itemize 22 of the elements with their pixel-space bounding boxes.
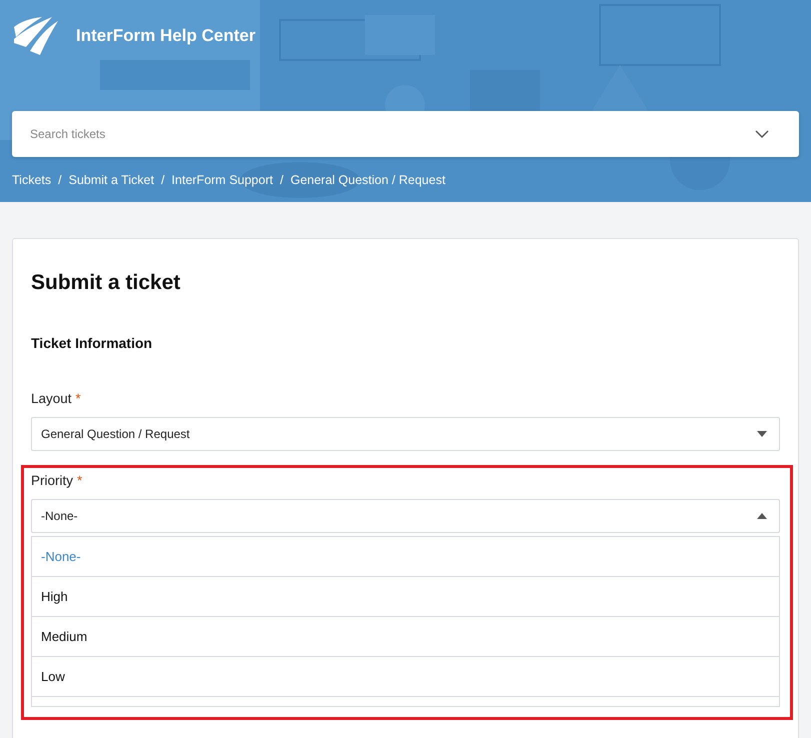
- select-field[interactable]: -None-: [31, 499, 780, 533]
- required-mark: *: [76, 391, 81, 406]
- section-heading: Ticket Information: [31, 335, 154, 351]
- caret-down-icon[interactable]: [757, 431, 767, 437]
- site-title: InterForm Help Center: [76, 26, 256, 46]
- breadcrumb-separator: /: [161, 173, 165, 187]
- page-title: Submit a ticket: [31, 271, 182, 295]
- search-field[interactable]: Search tickets: [12, 111, 799, 157]
- breadcrumb-separator: /: [280, 173, 284, 187]
- chevron-down-icon[interactable]: [755, 130, 769, 138]
- field-label: Priority: [31, 473, 74, 488]
- dropdown-option[interactable]: Medium: [32, 616, 779, 656]
- breadcrumb-separator: /: [58, 173, 62, 187]
- dropdown-option[interactable]: -None-: [32, 536, 779, 576]
- breadcrumb-link[interactable]: InterForm Support: [172, 173, 273, 187]
- select-field[interactable]: General Question / Request: [31, 417, 780, 451]
- dropdown-option[interactable]: Low: [32, 656, 779, 696]
- dropdown-option[interactable]: High: [32, 576, 779, 616]
- logo-icon: [12, 17, 60, 55]
- required-mark: *: [77, 473, 82, 488]
- field-label: Layout: [31, 391, 72, 406]
- caret-up-icon[interactable]: [757, 513, 767, 519]
